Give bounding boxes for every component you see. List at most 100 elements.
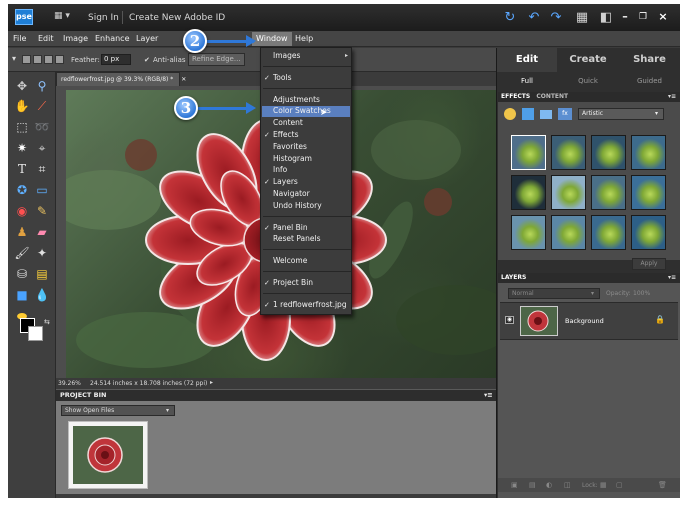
feather-input[interactable]: 0 px <box>101 54 131 65</box>
effect-thumbnail[interactable] <box>631 135 666 170</box>
gradient-tool-icon[interactable]: ▤ <box>34 266 50 282</box>
zoom-tool-icon[interactable]: ⚲ <box>34 78 50 94</box>
eyedropper-tool-icon[interactable]: ⟋ <box>34 98 50 114</box>
grid-icon[interactable]: ▦ <box>574 10 590 26</box>
zoom-readout[interactable]: 39.26% <box>58 380 81 387</box>
clone-stamp-tool-icon[interactable]: ♟ <box>14 224 30 240</box>
window-menu-item-reset-panels[interactable]: Reset Panels <box>273 234 320 243</box>
menu-edit[interactable]: Edit <box>38 34 54 43</box>
layer-name[interactable]: Background <box>565 317 604 325</box>
refine-edge-button[interactable]: Refine Edge... <box>188 53 245 66</box>
window-menu-item-navigator[interactable]: Navigator <box>273 189 310 198</box>
window-menu-item-panel-bin[interactable]: Panel Bin <box>273 223 308 232</box>
undo-circle-icon[interactable]: ↻ <box>502 10 518 26</box>
blur-tool-icon[interactable]: 💧 <box>34 287 50 303</box>
effect-thumbnail[interactable] <box>551 135 586 170</box>
adjustment-layer-icon[interactable]: ◐ <box>546 481 552 489</box>
menu-image[interactable]: Image <box>63 34 88 43</box>
document-tab[interactable]: redflowerfrost.jpg @ 39.3% (RGB/8) * ✕ <box>56 72 186 86</box>
effect-thumbnail[interactable] <box>591 135 626 170</box>
effect-thumbnail[interactable] <box>551 175 586 210</box>
tab-edit[interactable]: Edit <box>497 48 557 72</box>
restore-icon[interactable]: ❐ <box>636 10 650 24</box>
effect-thumbnail[interactable] <box>631 215 666 250</box>
swap-colors-icon[interactable]: ⇆ <box>44 318 50 326</box>
effect-thumbnail[interactable] <box>511 175 546 210</box>
project-bin-menu-icon[interactable]: ▾≡ <box>484 390 493 401</box>
window-menu-item-favorites[interactable]: Favorites <box>273 142 307 151</box>
effect-thumbnail[interactable] <box>591 215 626 250</box>
blend-mode-select[interactable]: Normal ▾ <box>508 288 600 299</box>
new-layer-icon[interactable]: ▣ <box>511 481 518 489</box>
filters-icon[interactable] <box>504 108 516 120</box>
sign-in-link[interactable]: Sign In <box>88 13 119 23</box>
subtab-quick[interactable]: Quick <box>557 74 619 88</box>
lock-transparent-icon[interactable]: ▦ <box>600 481 607 489</box>
brush-tool-icon[interactable]: 🖌 <box>14 245 30 261</box>
layers-panel-menu-icon[interactable]: ▾≡ <box>668 273 676 283</box>
menu-help[interactable]: Help <box>295 34 313 43</box>
effect-thumbnail[interactable] <box>631 175 666 210</box>
add-selection-icon[interactable] <box>33 55 42 64</box>
type-tool-icon[interactable]: T <box>14 161 30 177</box>
paint-bucket-tool-icon[interactable]: ⛁ <box>14 266 30 282</box>
subtract-selection-icon[interactable] <box>44 55 53 64</box>
anti-alias-checkbox[interactable]: ✔ <box>144 56 150 64</box>
new-selection-icon[interactable] <box>22 55 31 64</box>
red-eye-tool-icon[interactable]: ◉ <box>14 203 30 219</box>
project-bin-filter-select[interactable]: Show Open Files ▾ <box>61 405 175 416</box>
effect-thumbnail[interactable] <box>591 175 626 210</box>
project-bin-thumbnail[interactable] <box>68 421 148 489</box>
quick-selection-tool-icon[interactable]: ⌖ <box>34 140 50 156</box>
visibility-eye-icon[interactable]: ◉ <box>505 316 514 324</box>
crop-tool-icon[interactable]: ⌗ <box>34 161 50 177</box>
move-tool-icon[interactable]: ✥ <box>14 78 30 94</box>
eraser-tool-icon[interactable]: ▰ <box>34 224 50 240</box>
background-color-swatch[interactable] <box>28 326 43 341</box>
window-menu-item-images[interactable]: Images <box>273 51 300 60</box>
workspace-menu-icon[interactable]: ▦ ▾ <box>54 11 76 23</box>
lasso-tool-icon[interactable]: ➿ <box>34 119 50 135</box>
all-effects-icon[interactable]: fx <box>558 108 572 120</box>
cookie-cutter-tool-icon[interactable]: ✪ <box>14 182 30 198</box>
effects-category-select[interactable]: Artistic ▾ <box>578 108 664 120</box>
effect-thumbnail[interactable] <box>551 215 586 250</box>
window-menu-item-effects[interactable]: Effects <box>273 130 299 139</box>
smart-brush-tool-icon[interactable]: ✦ <box>34 245 50 261</box>
menu-layer[interactable]: Layer <box>136 34 158 43</box>
tool-preset-icon[interactable]: ▾ <box>12 54 16 63</box>
recompose-tool-icon[interactable]: ▭ <box>34 182 50 198</box>
healing-brush-tool-icon[interactable]: ✎ <box>34 203 50 219</box>
tab-share[interactable]: Share <box>619 48 680 72</box>
window-menu-item-project-bin[interactable]: Project Bin <box>273 278 313 287</box>
create-id-link[interactable]: Create New Adobe ID <box>129 13 225 23</box>
apply-button[interactable]: Apply <box>632 258 666 270</box>
window-menu-item-tools[interactable]: Tools <box>273 73 291 82</box>
window-menu-item-info[interactable]: Info <box>273 165 287 174</box>
photo-effects-icon[interactable] <box>540 110 552 119</box>
window-menu-item-histogram[interactable]: Histogram <box>273 154 312 163</box>
layer-styles-icon[interactable] <box>522 108 534 120</box>
intersect-selection-icon[interactable] <box>55 55 64 64</box>
window-menu-item-undo-history[interactable]: Undo History <box>273 201 322 210</box>
project-bin-header[interactable]: PROJECT BIN ▾≡ <box>56 389 496 401</box>
layer-mask-icon[interactable]: ◫ <box>564 481 571 489</box>
subtab-guided[interactable]: Guided <box>619 74 680 88</box>
effect-thumbnail[interactable] <box>511 215 546 250</box>
minimize-icon[interactable]: – <box>618 10 632 24</box>
window-menu-item-layers[interactable]: Layers <box>273 177 298 186</box>
opacity-value[interactable]: 100% <box>633 290 650 297</box>
lock-all-icon[interactable]: ▢ <box>616 481 623 489</box>
marquee-tool-icon[interactable]: ⬚ <box>14 119 30 135</box>
trash-icon[interactable]: 🗑 <box>658 481 667 489</box>
undo-icon[interactable]: ↶ <box>526 10 542 26</box>
subtab-full[interactable]: Full <box>497 74 557 88</box>
effects-tab[interactable]: EFFECTS <box>501 93 530 100</box>
window-menu-item-1-redflowerfrost-jpg[interactable]: 1 redflowerfrost.jpg <box>273 300 347 309</box>
hand-tool-icon[interactable]: ✋ <box>14 98 30 114</box>
menu-enhance[interactable]: Enhance <box>95 34 130 43</box>
shape-tool-icon[interactable]: ■ <box>14 287 30 303</box>
window-menu-item-color-swatches[interactable]: Color Swatches <box>262 106 350 118</box>
effects-panel-menu-icon[interactable]: ▾≡ <box>668 92 676 102</box>
menu-window[interactable]: Window <box>252 32 292 46</box>
